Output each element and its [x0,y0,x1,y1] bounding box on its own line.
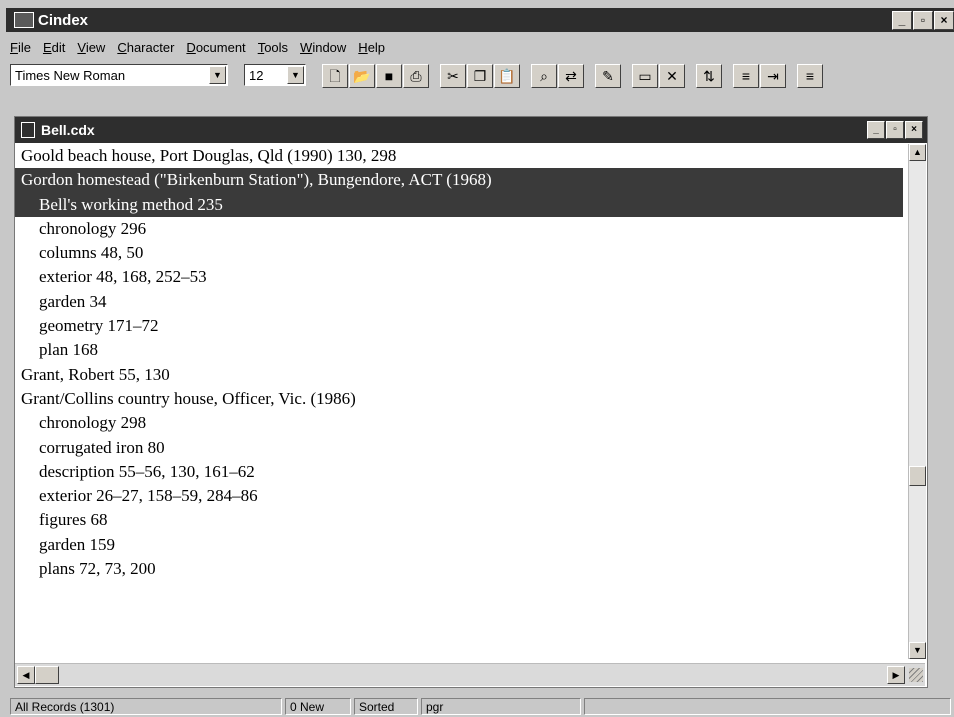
subheading-row[interactable]: plans 72, 73, 200 [15,557,903,581]
save-icon[interactable]: ■ [376,64,402,88]
vertical-scrollbar[interactable]: ▲ ▼ [908,144,926,659]
doc-maximize-button[interactable]: ▫ [886,121,904,139]
status-record-count: All Records (1301) [10,698,282,715]
app-close-button[interactable]: × [934,11,954,30]
align-left-icon[interactable]: ≡ [733,64,759,88]
subheading-row[interactable]: chronology 296 [15,217,903,241]
record-text: plans 72, 73, 200 [39,559,156,579]
menu-view[interactable]: View [77,40,105,55]
find-icon[interactable]: ⌕ [531,64,557,88]
record-text: exterior 26–27, 158–59, 284–86 [39,486,258,506]
copy-icon[interactable]: ❐ [467,64,493,88]
document-icon [21,122,35,138]
subheading-row[interactable]: geometry 171–72 [15,314,903,338]
status-extra [584,698,951,715]
font-select[interactable]: Times New Roman ▼ [10,64,228,86]
menu-character[interactable]: Character [117,40,174,55]
record-text: chronology 298 [39,413,147,433]
chevron-down-icon[interactable]: ▼ [287,66,304,84]
scroll-left-icon[interactable]: ◀ [17,666,35,684]
subheading-row[interactable]: garden 159 [15,533,903,557]
replace-icon[interactable]: ⇄ [558,64,584,88]
menu-window[interactable]: Window [300,40,346,55]
subheading-row[interactable]: figures 68 [15,508,903,532]
subheading-row[interactable]: exterior 48, 168, 252–53 [15,265,903,289]
app-title: Cindex [38,11,89,29]
new-record-icon[interactable]: ▭ [632,64,658,88]
subheading-row[interactable]: chronology 298 [15,411,903,435]
app-icon [14,12,34,28]
print-icon[interactable]: ⎙ [403,64,429,88]
record-text: corrugated iron 80 [39,437,165,457]
status-bar: All Records (1301) 0 New Sorted pgr [10,698,954,717]
horizontal-scrollbar[interactable]: ◀ ▶ [15,663,925,686]
subheading-row[interactable]: corrugated iron 80 [15,436,903,460]
record-text: plan 168 [39,340,99,360]
scroll-right-icon[interactable]: ▶ [887,666,905,684]
resize-grip-icon[interactable] [909,668,923,682]
toolbar: Times New Roman ▼ 12 ▼ 🗋 📂 ■ ⎙ ✂ ❐ 📋 ⌕ ⇄… [10,62,954,90]
heading-row[interactable]: Goold beach house, Port Douglas, Qld (19… [15,144,903,168]
scroll-up-icon[interactable]: ▲ [909,144,926,161]
status-new-count: 0 New [285,698,351,715]
doc-close-button[interactable]: × [905,121,923,139]
record-text: garden 159 [39,534,116,554]
subheading-row[interactable]: garden 34 [15,290,903,314]
size-select[interactable]: 12 ▼ [244,64,306,86]
record-text: chronology 296 [39,218,147,238]
scroll-down-icon[interactable]: ▼ [909,642,926,659]
doc-minimize-button[interactable]: _ [867,121,885,139]
size-select-value: 12 [249,68,264,83]
record-text: exterior 48, 168, 252–53 [39,267,207,287]
record-text: figures 68 [39,510,108,530]
record-text: Grant/Collins country house, Officer, Vi… [21,388,356,408]
edit-icon[interactable]: ✎ [595,64,621,88]
scroll-thumb[interactable] [909,466,926,486]
menu-tools[interactable]: Tools [258,40,288,55]
record-list: Goold beach house, Port Douglas, Qld (19… [15,144,903,659]
record-text: description 55–56, 130, 161–62 [39,461,255,481]
document-title: Bell.cdx [41,122,95,138]
record-text: Grant, Robert 55, 130 [21,364,170,384]
subheading-row[interactable]: description 55–56, 130, 161–62 [15,460,903,484]
menu-help[interactable]: Help [358,40,385,55]
record-text: geometry 171–72 [39,316,159,336]
menu-edit[interactable]: Edit [43,40,65,55]
horizontal-scroll-thumb[interactable] [35,666,59,684]
menu-document[interactable]: Document [186,40,245,55]
new-file-icon[interactable]: 🗋 [322,64,348,88]
heading-row[interactable]: Grant/Collins country house, Officer, Vi… [15,387,903,411]
sort-icon[interactable]: ⇅ [696,64,722,88]
subheading-row[interactable]: Bell's working method 235 [15,192,903,217]
record-text: garden 34 [39,291,107,311]
menu-file[interactable]: File [10,40,31,55]
chevron-down-icon[interactable]: ▼ [209,66,226,84]
subheading-row[interactable]: columns 48, 50 [15,241,903,265]
status-field: pgr [421,698,581,715]
align-right-icon[interactable]: ≡ [797,64,823,88]
app-maximize-button[interactable]: ▫ [913,11,933,30]
heading-row[interactable]: Gordon homestead ("Birkenburn Station"),… [15,168,903,193]
paste-icon[interactable]: 📋 [494,64,520,88]
subheading-row[interactable]: exterior 26–27, 158–59, 284–86 [15,484,903,508]
open-icon[interactable]: 📂 [349,64,375,88]
document-title-bar: Bell.cdx _ ▫ × [15,117,927,143]
record-text: Gordon homestead ("Birkenburn Station"),… [21,170,492,190]
record-text: columns 48, 50 [39,243,144,263]
app-minimize-button[interactable]: _ [892,11,912,30]
indent-icon[interactable]: ⇥ [760,64,786,88]
subheading-row[interactable]: plan 168 [15,338,903,362]
app-title-bar: Cindex _ ▫ × [6,8,954,32]
document-window: Bell.cdx _ ▫ × Goold beach house, Port D… [14,116,928,688]
heading-row[interactable]: Grant, Robert 55, 130 [15,363,903,387]
record-text: Goold beach house, Port Douglas, Qld (19… [21,146,397,165]
font-select-value: Times New Roman [15,68,126,83]
cut-icon[interactable]: ✂ [440,64,466,88]
status-sorted: Sorted [354,698,418,715]
record-text: Bell's working method 235 [39,194,223,214]
delete-icon[interactable]: ✕ [659,64,685,88]
menu-bar: File Edit View Character Document Tools … [10,36,950,58]
